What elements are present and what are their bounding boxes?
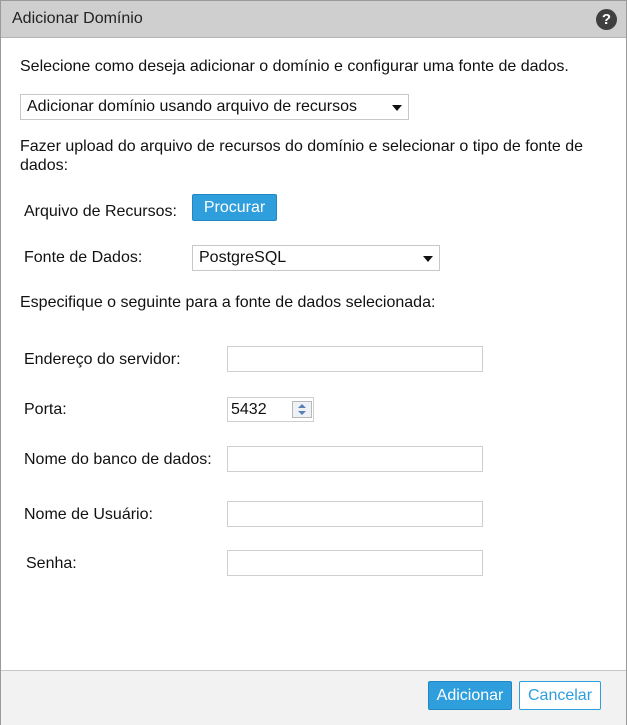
spin-down-icon[interactable]: [298, 411, 306, 415]
intro-text: Selecione como deseja adicionar o domíni…: [20, 58, 569, 75]
cancel-button[interactable]: Cancelar: [519, 681, 601, 710]
add-domain-dialog: Adicionar Domínio ? Selecione como desej…: [0, 0, 627, 725]
add-method-value: Adicionar domínio usando arquivo de recu…: [27, 98, 357, 115]
server-input[interactable]: [227, 346, 483, 372]
help-icon[interactable]: ?: [596, 9, 617, 30]
browse-button[interactable]: Procurar: [192, 194, 277, 221]
database-label: Nome do banco de dados:: [24, 451, 212, 468]
datasource-select[interactable]: PostgreSQL: [192, 245, 440, 271]
specify-text: Especifique o seguinte para a fonte de d…: [20, 294, 436, 311]
port-label: Porta:: [24, 401, 67, 418]
dialog-footer: Adicionar Cancelar: [1, 670, 626, 725]
database-input[interactable]: [227, 446, 483, 472]
password-label: Senha:: [26, 555, 77, 572]
chevron-down-icon: [423, 256, 433, 262]
resource-file-label: Arquivo de Recursos:: [24, 203, 177, 220]
username-label: Nome de Usuário:: [24, 506, 153, 523]
dialog-title: Adicionar Domínio: [12, 10, 143, 27]
dialog-titlebar: Adicionar Domínio ?: [1, 1, 626, 38]
upload-instructions: Fazer upload do arquivo de recursos do d…: [20, 138, 584, 174]
port-value: 5432: [231, 401, 267, 418]
datasource-label: Fonte de Dados:: [24, 249, 143, 266]
username-input[interactable]: [227, 501, 483, 527]
port-spin-buttons[interactable]: [292, 401, 312, 418]
port-spinner[interactable]: 5432: [227, 397, 314, 422]
server-label: Endereço do servidor:: [24, 351, 181, 368]
add-method-select[interactable]: Adicionar domínio usando arquivo de recu…: [20, 94, 409, 120]
add-button[interactable]: Adicionar: [428, 681, 512, 710]
datasource-value: PostgreSQL: [199, 249, 287, 266]
chevron-down-icon: [392, 105, 402, 111]
spin-up-icon[interactable]: [298, 404, 306, 408]
password-input[interactable]: [227, 550, 483, 576]
